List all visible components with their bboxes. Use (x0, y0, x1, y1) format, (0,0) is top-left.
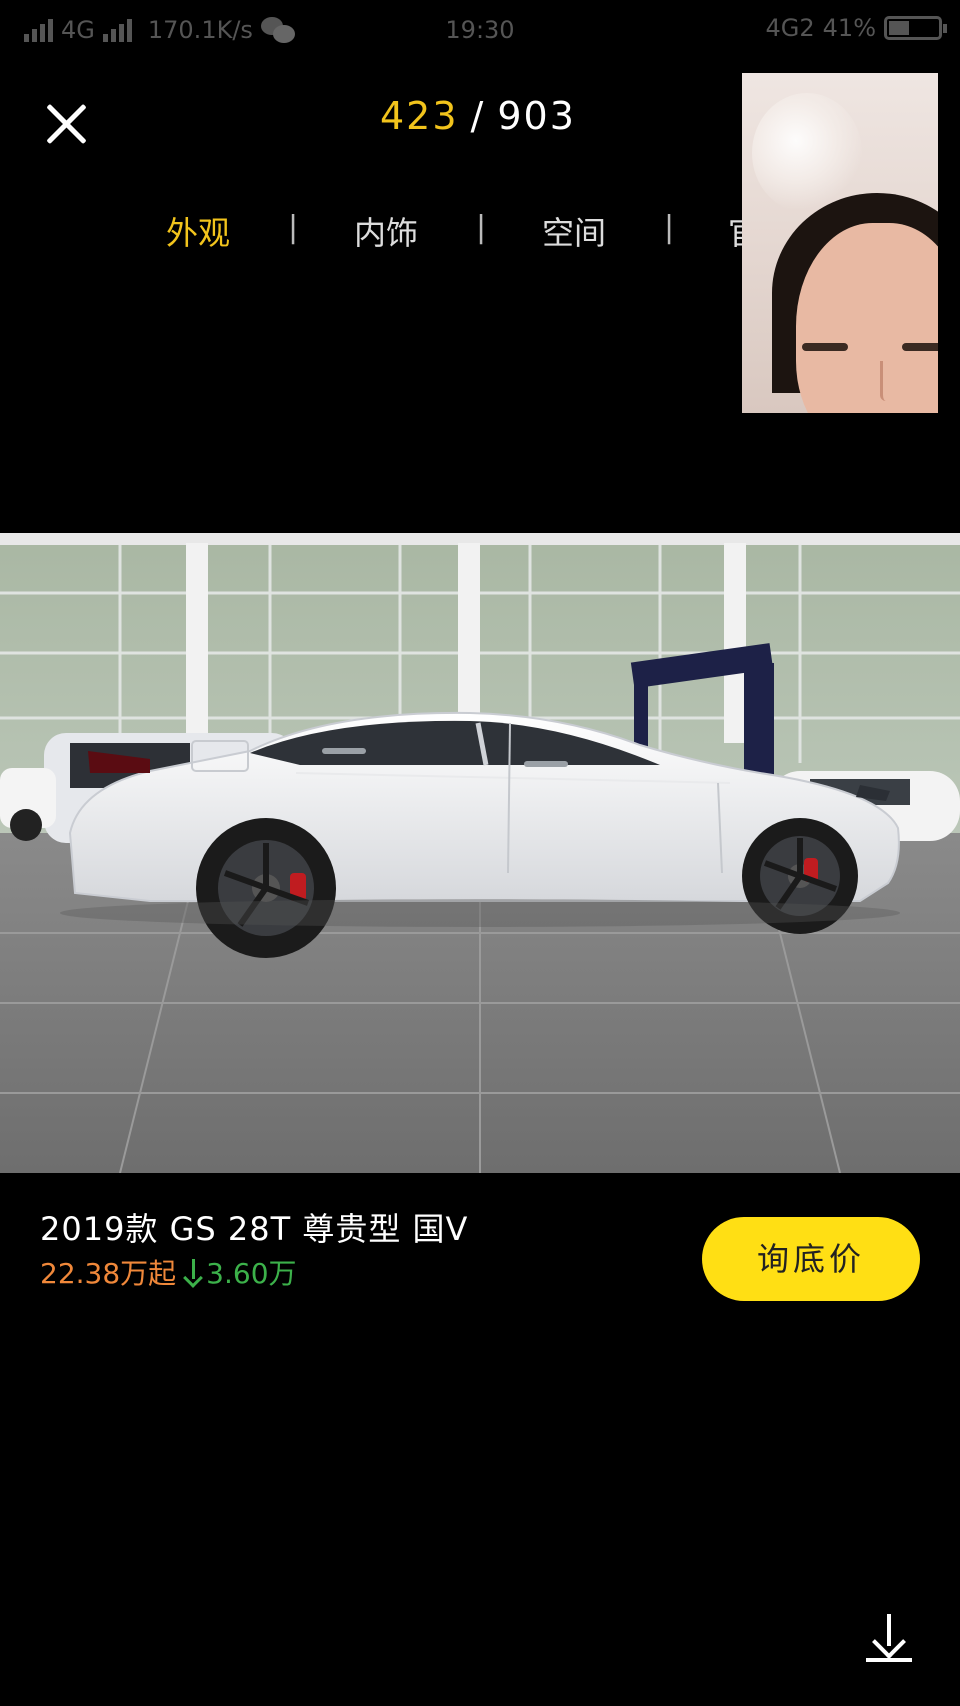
video-person-eye (802, 343, 848, 351)
discount: 3.60万 (184, 1252, 297, 1292)
video-call-overlay[interactable] (742, 73, 938, 413)
price: 22.38万起 (40, 1257, 177, 1290)
current-index: 423 (380, 94, 459, 138)
tab-space[interactable]: 空间 (542, 208, 606, 254)
total-count: 903 (497, 94, 576, 138)
tab-separator: | (476, 210, 487, 245)
tab-separator: | (664, 210, 675, 245)
inquiry-button[interactable]: 询底价 (702, 1217, 920, 1301)
status-bar: 4G 170.1K/s 19:30 4G2 41% (0, 0, 960, 62)
car-photo[interactable] (0, 533, 960, 1173)
close-icon[interactable] (40, 98, 92, 150)
discount-value: 3.60万 (206, 1257, 297, 1290)
background-decoration (752, 93, 862, 213)
status-right: 4G2 41% (765, 14, 947, 42)
network-label-right: 4G2 (765, 14, 815, 42)
battery-percent: 41% (822, 14, 876, 42)
battery-icon (884, 16, 947, 40)
tab-exterior[interactable]: 外观 (166, 208, 230, 254)
car-photo-image (0, 533, 960, 1173)
counter-separator: / (470, 94, 486, 138)
price-row: 22.38万起 3.60万 (40, 1252, 297, 1292)
video-person-nose (880, 361, 897, 401)
video-person-eye (902, 343, 938, 351)
car-model-name: 2019款 GS 28T 尊贵型 国V (40, 1210, 469, 1248)
tab-separator: | (288, 210, 299, 245)
download-icon[interactable] (866, 1612, 912, 1662)
tab-interior[interactable]: 内饰 (354, 208, 418, 254)
photo-counter: 423/903 (380, 94, 576, 138)
arrow-down-icon (184, 1259, 204, 1285)
